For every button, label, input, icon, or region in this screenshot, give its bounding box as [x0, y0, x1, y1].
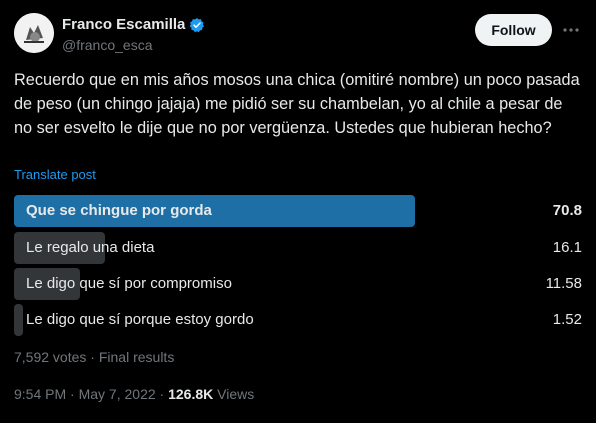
verified-badge-icon — [189, 17, 205, 33]
separator: · — [159, 386, 165, 402]
views-count: 126.8K — [168, 386, 214, 402]
poll-votes: 7,592 votes — [14, 349, 87, 365]
avatar[interactable] — [14, 13, 54, 53]
poll-option-2: Le regalo una dieta 16.1 — [14, 232, 582, 264]
poll-option-label: Le digo que sí por compromiso — [26, 275, 232, 292]
post-timestamp: 9:54 PM · May 7, 2022 · 126.8K Views — [14, 386, 254, 402]
poll-option-1: Que se chingue por gorda 70.8 — [14, 195, 582, 227]
poll-option-3: Le digo que sí por compromiso 11.58 — [14, 268, 582, 300]
poll-option-bar — [14, 304, 23, 336]
poll-option-percent: 1.52 — [552, 311, 582, 328]
poll-option-4: Le digo que sí porque estoy gordo 1.52 — [14, 304, 582, 336]
poll-option-label: Le digo que sí porque estoy gordo — [26, 311, 254, 328]
poll-option-percent: 70.8 — [552, 202, 582, 219]
post-date[interactable]: May 7, 2022 — [79, 386, 156, 402]
follow-button[interactable]: Follow — [475, 14, 552, 46]
poll-option-label: Le regalo una dieta — [26, 239, 155, 256]
post-text: Recuerdo que en mis años mosos una chica… — [14, 71, 580, 137]
poll-option-percent: 16.1 — [552, 239, 582, 256]
separator: · — [90, 349, 95, 365]
author-handle[interactable]: @franco_esca — [62, 37, 152, 53]
translate-post-link[interactable]: Translate post — [14, 167, 96, 182]
post-time[interactable]: 9:54 PM — [14, 386, 66, 402]
author-name-row[interactable]: Franco Escamilla — [62, 16, 205, 33]
more-horizontal-icon[interactable] — [561, 20, 581, 40]
poll-status: Final results — [98, 349, 175, 365]
views-label: Views — [217, 386, 255, 402]
avatar-image — [14, 13, 54, 53]
poll-option-label: Que se chingue por gorda — [26, 202, 212, 219]
poll-option-percent: 11.58 — [545, 275, 582, 292]
separator: · — [70, 386, 75, 402]
author-display-name[interactable]: Franco Escamilla — [62, 16, 185, 33]
poll-summary: 7,592 votes · Final results — [14, 349, 174, 365]
